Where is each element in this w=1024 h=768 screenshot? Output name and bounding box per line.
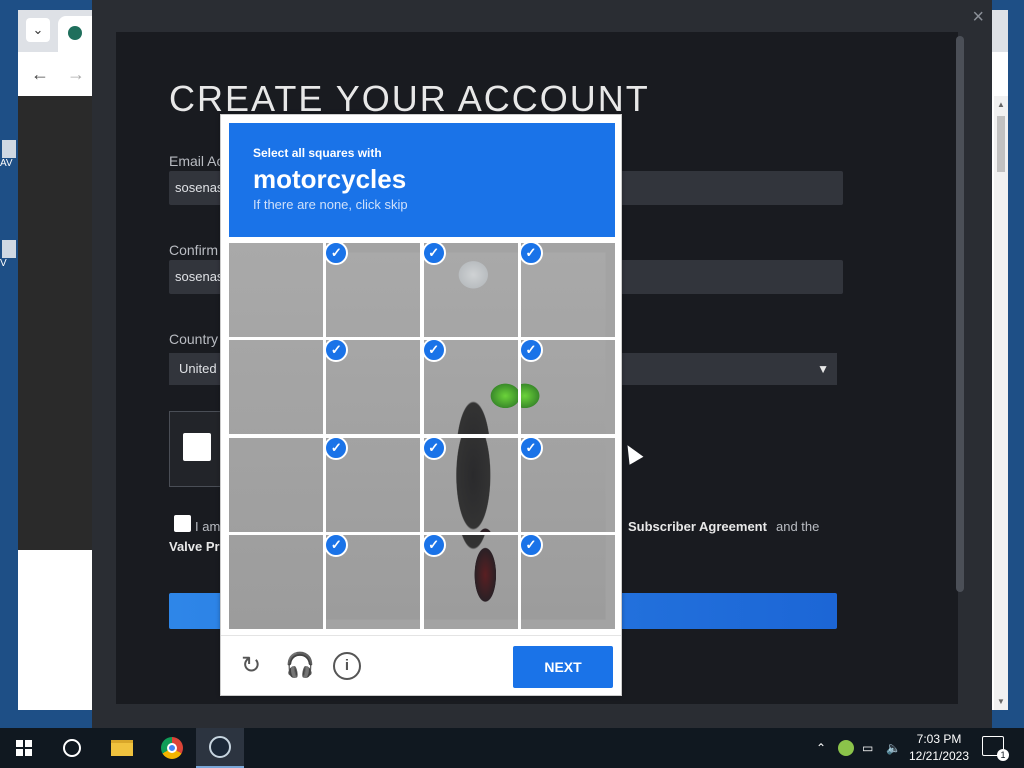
show-hidden-icons[interactable]: ⌃ [816, 728, 826, 768]
hint-text: If there are none, click skip [253, 197, 408, 212]
desktop-icon-glyph [2, 240, 16, 258]
search-icon [63, 739, 81, 757]
captcha-tile[interactable] [229, 437, 323, 532]
recaptcha-challenge: Select all squares with motorcycles If t… [220, 114, 622, 696]
start-button[interactable] [0, 728, 48, 768]
notification-count: 1 [997, 749, 1009, 761]
forward-button[interactable]: → [64, 62, 88, 86]
dialog-scrollbar[interactable] [956, 36, 964, 592]
close-icon[interactable]: × [972, 6, 984, 29]
file-explorer-button[interactable] [98, 728, 146, 768]
captcha-tile[interactable] [229, 243, 323, 337]
tile-selected-check-icon: ✓ [421, 532, 446, 557]
search-button[interactable] [48, 728, 96, 768]
agree-text: I am [195, 519, 221, 534]
folder-icon [111, 740, 133, 756]
captcha-checkbox[interactable] [183, 433, 211, 461]
subscriber-agreement-link[interactable]: Subscriber Agreement [628, 519, 767, 534]
info-icon[interactable]: i [333, 652, 361, 680]
volume-muted-icon[interactable]: 🔈 [886, 728, 901, 768]
tile-selected-check-icon: ✓ [421, 338, 446, 363]
captcha-tile-image [229, 437, 323, 532]
desktop-icon-label: AV [0, 158, 13, 169]
captcha-tile-image [520, 252, 606, 337]
captcha-tile-image [229, 340, 323, 435]
privacy-policy-link[interactable]: Valve Pr [169, 539, 220, 554]
date-text: 12/21/2023 [908, 749, 970, 763]
captcha-tile-image [423, 252, 518, 337]
country-label: Country [169, 331, 219, 347]
recaptcha-footer: ↻ 🎧 i NEXT [221, 635, 621, 695]
target-object: motorcycles [253, 164, 407, 194]
back-button[interactable]: ← [28, 62, 52, 86]
steam-icon [209, 736, 231, 758]
agree-and-text: and the [776, 519, 820, 534]
captcha-tile-image [229, 534, 323, 629]
captcha-tile-image [229, 243, 323, 337]
taskbar: ⌃ ▭ 🔈 7:03 PM 12/21/2023 1 [0, 728, 1024, 768]
tile-selected-check-icon: ✓ [421, 241, 446, 265]
scroll-thumb[interactable] [997, 116, 1005, 172]
tile-selected-check-icon: ✓ [421, 435, 446, 460]
network-icon[interactable]: ▭ [862, 728, 873, 768]
confirm-email-label: Confirm [169, 242, 219, 258]
security-tray-icon[interactable] [838, 728, 854, 768]
windows-icon [16, 740, 32, 756]
instruction-text: Select all squares with [253, 146, 382, 160]
reload-icon[interactable]: ↻ [237, 652, 265, 680]
captcha-tile-image [326, 252, 421, 337]
desktop-icon-label: V [0, 258, 7, 269]
favicon-icon [68, 26, 82, 40]
tile-selected-check-icon: ✓ [518, 532, 543, 557]
time-text: 7:03 PM [916, 732, 962, 746]
clock[interactable]: 7:03 PM 12/21/2023 [904, 731, 974, 765]
page-background [18, 96, 92, 550]
chrome-taskbar-button[interactable] [148, 728, 196, 768]
chevron-down-icon: ▼ [817, 362, 829, 376]
image-grid: ✓ ✓ ✓ ✓ ✓ ✓ ✓ ✓ ✓ ✓ ✓ ✓ [229, 241, 615, 629]
headphones-icon[interactable]: 🎧 [285, 652, 315, 680]
desktop-icon[interactable]: AV [0, 140, 20, 170]
captcha-widget [169, 411, 223, 487]
tile-selected-check-icon: ✓ [518, 241, 543, 265]
scroll-up-icon[interactable]: ▲ [997, 100, 1005, 109]
captcha-tile[interactable] [229, 340, 323, 435]
tab-search-button[interactable]: ⌄ [26, 18, 50, 42]
steam-taskbar-button[interactable] [196, 728, 244, 768]
agree-checkbox[interactable] [174, 515, 191, 532]
notification-center-icon[interactable]: 1 [982, 736, 1009, 761]
tile-selected-check-icon: ✓ [518, 435, 543, 460]
recaptcha-header: Select all squares with motorcycles If t… [229, 123, 615, 237]
next-button[interactable]: NEXT [513, 646, 613, 688]
country-value: United [179, 361, 217, 376]
desktop-icon[interactable]: V [0, 240, 20, 270]
tile-selected-check-icon: ✓ [324, 435, 349, 460]
email-label: Email Ac [169, 153, 224, 169]
desktop-icon-glyph [2, 140, 16, 158]
page-scrollbar[interactable]: ▲ ▼ [994, 96, 1008, 710]
captcha-tile[interactable] [229, 534, 323, 629]
scroll-down-icon[interactable]: ▼ [997, 697, 1005, 706]
chrome-icon [161, 737, 183, 759]
